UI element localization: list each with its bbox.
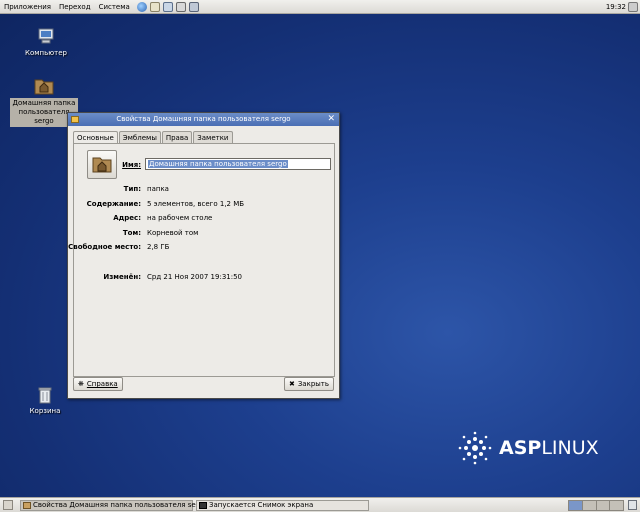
- top-panel: Приложения Переход Система 19:32: [0, 0, 640, 14]
- close-icon: ✖: [288, 380, 295, 388]
- menu-applications[interactable]: Приложения: [0, 0, 55, 14]
- tab-panel-basic: Имя: Домашняя папка пользователя sergo Т…: [68, 143, 335, 377]
- location-label: Адрес:: [113, 214, 141, 222]
- menu-places[interactable]: Переход: [55, 0, 95, 14]
- volume-label: Том:: [122, 229, 141, 237]
- desktop-icon-label: Корзина: [29, 407, 61, 415]
- type-label: Тип:: [123, 185, 141, 193]
- menu-system[interactable]: Система: [95, 0, 134, 14]
- type-value: папка: [147, 185, 169, 193]
- trash-icon: [37, 386, 53, 404]
- taskbar-item-properties[interactable]: Свойства Домашняя папка пользователя ser…: [20, 500, 207, 511]
- close-icon[interactable]: ✕: [327, 113, 335, 126]
- folder-icon: [23, 502, 31, 509]
- free-space-label: Свободное место:: [68, 243, 141, 251]
- workspace-3[interactable]: [597, 501, 611, 510]
- session-icon[interactable]: [628, 2, 638, 12]
- contents-label: Содержание:: [86, 200, 141, 208]
- workspace-2[interactable]: [583, 501, 597, 510]
- computer-icon: [36, 26, 56, 46]
- taskbar-item-label: Запускается Снимок экрана: [209, 501, 314, 509]
- help-button-label: Справка: [86, 380, 118, 388]
- free-space-value: 2,8 ГБ: [147, 243, 170, 251]
- asplinux-logo-text: ASPLINUX: [499, 437, 599, 459]
- name-input-value: Домашняя папка пользователя sergo: [148, 160, 288, 168]
- volume-value: Корневой том: [147, 229, 199, 237]
- taskbar-item-label: Свойства Домашняя папка пользователя ser…: [33, 501, 208, 509]
- writer-launcher-icon[interactable]: [175, 1, 186, 12]
- properties-window: Свойства Домашняя папка пользователя ser…: [67, 112, 340, 399]
- contents-value: 5 элементов, всего 1,2 МБ: [147, 200, 245, 208]
- asplinux-logo: ASPLINUX: [457, 430, 599, 466]
- window-titlebar[interactable]: Свойства Домашняя папка пользователя ser…: [68, 113, 339, 126]
- show-desktop-icon[interactable]: [3, 500, 13, 510]
- logo-linux: LINUX: [541, 437, 599, 459]
- window-title: Свойства Домашняя папка пользователя ser…: [116, 115, 291, 123]
- logo-asp: ASP: [499, 437, 542, 459]
- terminal-launcher-icon[interactable]: [188, 1, 199, 12]
- close-button[interactable]: ✖ Закрыть: [283, 377, 334, 391]
- desktop-icon-trash[interactable]: Корзина: [20, 386, 70, 416]
- home-folder-icon: [33, 76, 55, 96]
- help-button[interactable]: ❋ Справка: [73, 377, 123, 391]
- browser-launcher-icon[interactable]: [136, 1, 147, 12]
- screenshot-icon: [199, 502, 207, 509]
- mail-launcher-icon[interactable]: [149, 1, 160, 12]
- desktop-icon-computer[interactable]: Компьютер: [16, 26, 76, 58]
- workspace-4[interactable]: [610, 501, 623, 510]
- asplinux-logo-icon: [458, 431, 492, 465]
- location-value: на рабочем столе: [147, 214, 213, 222]
- home-label-line1: Домашняя папка: [12, 99, 76, 107]
- name-input[interactable]: Домашняя папка пользователя sergo: [145, 158, 331, 170]
- bottom-panel: Свойства Домашняя папка пользователя ser…: [0, 497, 640, 512]
- desktop-icon-label: Компьютер: [25, 49, 67, 57]
- modified-value: Срд 21 Ноя 2007 19:31:50: [147, 273, 242, 281]
- workspace-1[interactable]: [569, 501, 583, 510]
- home-label-line2: пользователя sergo: [18, 108, 70, 125]
- workspace-switcher[interactable]: [568, 500, 624, 511]
- taskbar-item-screenshot[interactable]: Запускается Снимок экрана: [196, 500, 369, 511]
- office-launcher-icon[interactable]: [162, 1, 173, 12]
- modified-label: Изменён:: [103, 273, 141, 281]
- clock[interactable]: 19:32: [606, 0, 626, 14]
- close-button-label: Закрыть: [297, 380, 329, 388]
- name-label: Имя:: [122, 161, 141, 169]
- trash-applet-icon[interactable]: [628, 500, 637, 510]
- help-icon: ❋: [78, 380, 84, 388]
